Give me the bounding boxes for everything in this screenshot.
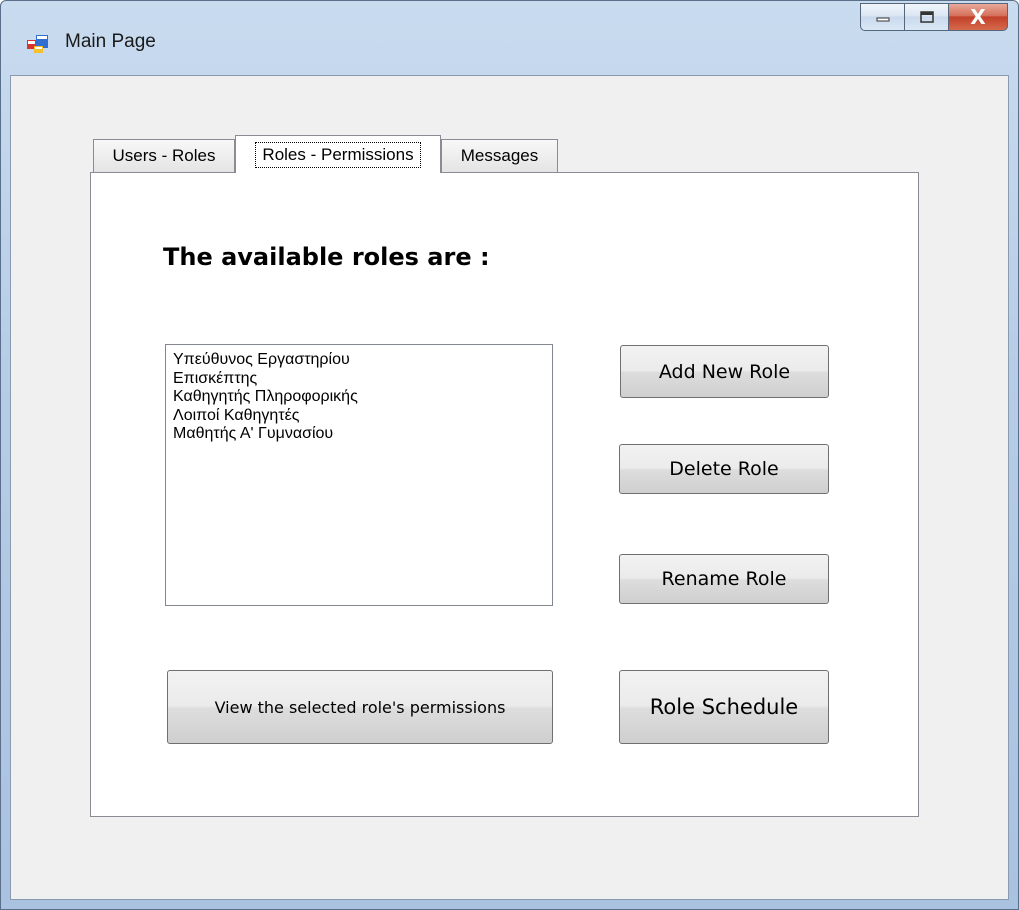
maximize-icon xyxy=(919,11,934,23)
list-item[interactable]: Λοιποί Καθηγητές xyxy=(173,407,545,426)
tab-users-roles[interactable]: Users - Roles xyxy=(93,139,235,172)
list-item[interactable]: Υπεύθυνος Εργαστηρίου xyxy=(173,351,545,370)
roles-heading: The available roles are : xyxy=(163,243,490,271)
app-window-icon xyxy=(27,35,48,53)
delete-role-button[interactable]: Delete Role xyxy=(619,444,829,494)
tab-roles-permissions-label: Roles - Permissions xyxy=(255,141,421,168)
tab-messages[interactable]: Messages xyxy=(441,139,558,172)
minimize-icon xyxy=(876,17,889,22)
caption-buttons: X xyxy=(860,3,1008,33)
list-item[interactable]: Μαθητής Α' Γυμνασίου xyxy=(173,425,545,444)
list-item[interactable]: Καθηγητής Πληροφορικής xyxy=(173,388,545,407)
add-new-role-button[interactable]: Add New Role xyxy=(620,345,829,398)
title-bar[interactable]: Main Page X xyxy=(1,1,1018,71)
window-title: Main Page xyxy=(65,31,156,52)
close-icon: X xyxy=(970,5,986,29)
minimize-button[interactable] xyxy=(860,3,904,31)
view-permissions-button[interactable]: View the selected role's permissions xyxy=(167,670,553,744)
role-schedule-button[interactable]: Role Schedule xyxy=(619,670,829,744)
roles-listbox[interactable]: Υπεύθυνος Εργαστηρίου Επισκέπτης Καθηγητ… xyxy=(165,344,553,606)
rename-role-button[interactable]: Rename Role xyxy=(619,554,829,604)
close-button[interactable]: X xyxy=(948,3,1008,31)
tab-roles-permissions[interactable]: Roles - Permissions xyxy=(235,135,441,173)
list-item[interactable]: Επισκέπτης xyxy=(173,370,545,389)
maximize-button[interactable] xyxy=(904,3,948,31)
